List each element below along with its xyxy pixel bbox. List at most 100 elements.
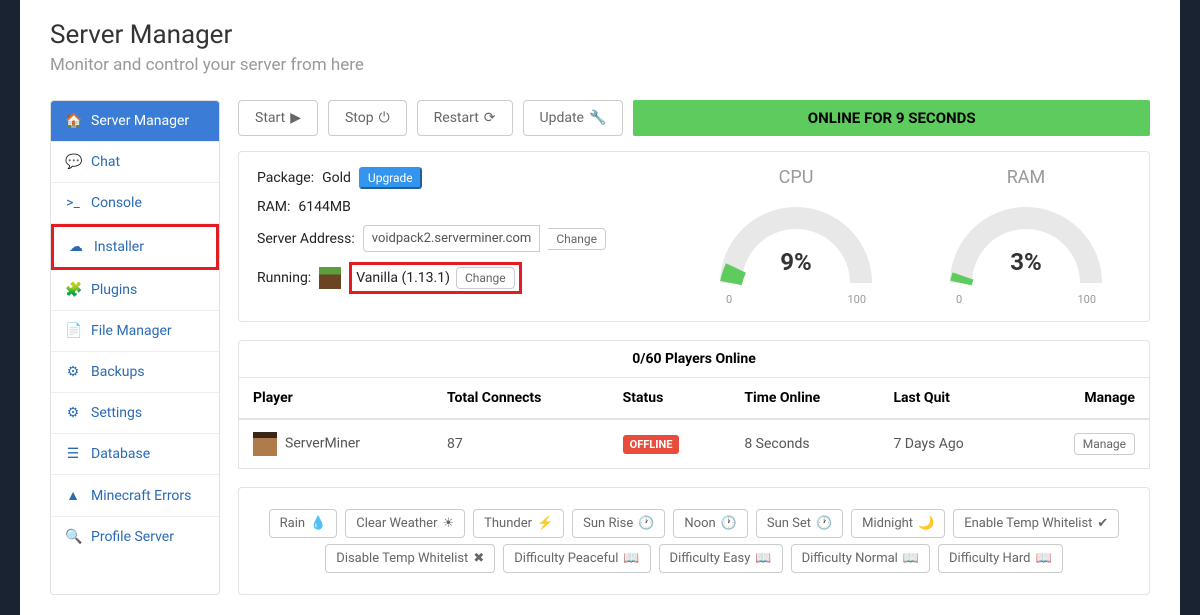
clock-icon: 🕐 xyxy=(816,516,832,531)
terminal-icon: >_ xyxy=(65,195,81,211)
sidebar-item-label: Server Manager xyxy=(91,113,189,129)
home-icon: 🏠 xyxy=(65,113,81,129)
status-bar: ONLINE FOR 9 SECONDS xyxy=(633,100,1150,136)
player-connects: 87 xyxy=(433,419,609,469)
sidebar-item-label: Minecraft Errors xyxy=(91,488,191,504)
start-button[interactable]: Start ▶ xyxy=(238,100,318,136)
puzzle-icon: 🧩 xyxy=(65,282,81,298)
ram-label: RAM: xyxy=(257,199,290,215)
stop-button[interactable]: Stop ⏻ xyxy=(328,100,407,136)
players-table: Player Total Connects Status Time Online… xyxy=(238,378,1150,469)
sidebar-item-installer[interactable]: ☁ Installer xyxy=(51,224,219,270)
offline-badge: OFFLINE xyxy=(623,435,680,454)
cpu-gauge-value: 9% xyxy=(711,248,881,276)
difficulty-peaceful-button[interactable]: Difficulty Peaceful 📖 xyxy=(503,544,650,573)
sidebar-item-label: Chat xyxy=(91,154,120,170)
search-icon: 🔍 xyxy=(65,529,81,545)
sidebar-item-console[interactable]: >_ Console xyxy=(51,183,219,224)
book-icon: 📖 xyxy=(903,551,919,566)
clock-icon: 🕐 xyxy=(638,516,654,531)
play-icon: ▶ xyxy=(290,110,301,126)
midnight-button[interactable]: Midnight 🌙 xyxy=(851,509,945,538)
package-value: Gold xyxy=(322,170,351,186)
page-subtitle: Monitor and control your server from her… xyxy=(50,55,1150,75)
ram-value: 6144MB xyxy=(298,199,350,215)
ram-gauge-title: RAM xyxy=(941,167,1111,188)
cloud-icon: ☁ xyxy=(68,239,84,255)
restart-button[interactable]: Restart ⟳ xyxy=(417,100,513,136)
difficulty-easy-button[interactable]: Difficulty Easy 📖 xyxy=(659,544,783,573)
sidebar-item-database[interactable]: ☰ Database xyxy=(51,434,219,475)
running-value: Vanilla (1.13.1) xyxy=(356,270,450,286)
col-connects: Total Connects xyxy=(433,378,609,419)
player-time: 8 Seconds xyxy=(730,419,879,469)
col-quit: Last Quit xyxy=(879,378,1020,419)
sunset-button[interactable]: Sun Set 🕐 xyxy=(756,509,843,538)
x-icon: ✖ xyxy=(473,551,484,566)
col-manage: Manage xyxy=(1021,378,1150,419)
database-icon: ☰ xyxy=(65,446,81,462)
disable-whitelist-button[interactable]: Disable Temp Whitelist ✖ xyxy=(325,544,495,573)
refresh-icon: ⟳ xyxy=(484,110,496,126)
sidebar: 🏠 Server Manager 💬 Chat >_ Console ☁ Install… xyxy=(50,100,220,595)
sidebar-item-label: Plugins xyxy=(91,282,137,298)
sidebar-item-file-manager[interactable]: 📄File Manager xyxy=(51,311,219,352)
manage-player-button[interactable]: Manage xyxy=(1074,433,1135,455)
cpu-gauge: CPU 9% 0100 xyxy=(711,167,881,306)
difficulty-hard-button[interactable]: Difficulty Hard 📖 xyxy=(938,544,1063,573)
moon-icon: 🌙 xyxy=(918,516,934,531)
sidebar-item-label: Profile Server xyxy=(91,529,174,545)
rain-button[interactable]: Rain 💧 xyxy=(269,509,338,538)
warning-icon: ▲ xyxy=(65,487,81,504)
difficulty-normal-button[interactable]: Difficulty Normal 📖 xyxy=(791,544,930,573)
droplet-icon: 💧 xyxy=(310,516,326,531)
sidebar-item-backups[interactable]: ⚙ Backups xyxy=(51,352,219,393)
chat-icon: 💬 xyxy=(65,154,81,170)
life-ring-icon: ⚙ xyxy=(65,364,81,380)
sidebar-item-label: Installer xyxy=(94,239,144,255)
player-head-icon xyxy=(253,432,277,456)
player-name: ServerMiner xyxy=(285,436,360,452)
clear-weather-button[interactable]: Clear Weather ☀ xyxy=(345,509,465,538)
sidebar-item-label: Backups xyxy=(91,364,145,380)
col-status: Status xyxy=(609,378,731,419)
sidebar-item-label: Settings xyxy=(91,405,142,421)
noon-button[interactable]: Noon 🕐 xyxy=(673,509,747,538)
cpu-gauge-title: CPU xyxy=(711,167,881,188)
sidebar-item-server-manager[interactable]: 🏠 Server Manager xyxy=(51,101,219,142)
sidebar-item-settings[interactable]: ⚙ Settings xyxy=(51,393,219,434)
check-icon: ✔ xyxy=(1097,516,1108,531)
sidebar-item-plugins[interactable]: 🧩 Plugins xyxy=(51,270,219,311)
quick-actions: Rain 💧 Clear Weather ☀ Thunder ⚡ Sun Ris… xyxy=(238,487,1150,595)
table-row: ServerMiner 87 OFFLINE 8 Seconds 7 Days … xyxy=(239,419,1150,469)
sidebar-item-minecraft-errors[interactable]: ▲ Minecraft Errors xyxy=(51,475,219,517)
update-button[interactable]: Update 🔧 xyxy=(523,100,624,136)
file-icon: 📄 xyxy=(65,323,81,339)
running-label: Running: xyxy=(257,270,311,286)
player-quit: 7 Days Ago xyxy=(879,419,1020,469)
sidebar-item-chat[interactable]: 💬 Chat xyxy=(51,142,219,183)
sun-icon: ☀ xyxy=(442,516,454,531)
sunrise-button[interactable]: Sun Rise 🕐 xyxy=(572,509,665,538)
package-label: Package: xyxy=(257,170,314,186)
players-header: 0/60 Players Online xyxy=(238,340,1150,378)
book-icon: 📖 xyxy=(1036,551,1052,566)
ram-gauge: RAM 3% 0100 xyxy=(941,167,1111,306)
gear-icon: ⚙ xyxy=(65,405,81,421)
grass-block-icon xyxy=(319,267,341,289)
page-title: Server Manager xyxy=(50,20,1150,50)
running-highlight: Vanilla (1.13.1) Change xyxy=(349,262,521,294)
clock-icon: 🕐 xyxy=(721,516,737,531)
upgrade-button[interactable]: Upgrade xyxy=(359,167,422,189)
wrench-icon: 🔧 xyxy=(589,110,606,126)
enable-whitelist-button[interactable]: Enable Temp Whitelist ✔ xyxy=(953,509,1119,538)
power-icon: ⏻ xyxy=(379,110,390,126)
sidebar-item-label: Console xyxy=(91,195,142,211)
change-version-button[interactable]: Change xyxy=(456,267,515,289)
sidebar-item-profile-server[interactable]: 🔍 Profile Server xyxy=(51,517,219,557)
change-address-button[interactable]: Change xyxy=(548,228,606,250)
address-value: voidpack2.serverminer.com xyxy=(363,225,541,252)
book-icon: 📖 xyxy=(623,551,639,566)
sidebar-item-label: Database xyxy=(91,446,150,462)
thunder-button[interactable]: Thunder ⚡ xyxy=(473,509,564,538)
